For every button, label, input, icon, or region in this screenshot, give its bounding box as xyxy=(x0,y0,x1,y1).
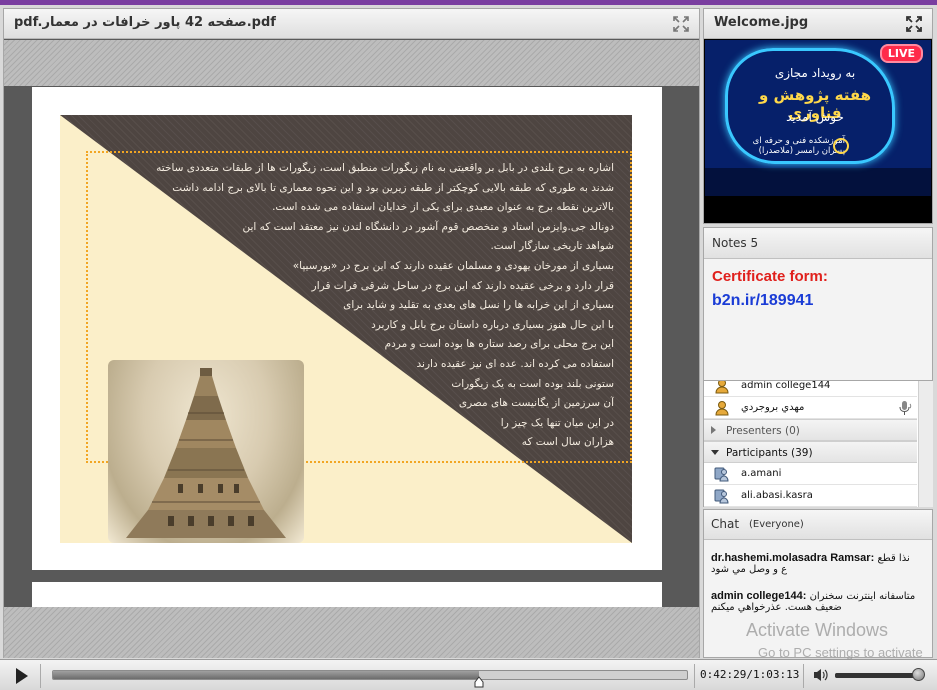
attendee-name: admin college144 xyxy=(741,381,831,391)
participants-group-header[interactable]: Participants (39) xyxy=(704,441,917,463)
attendee-list: admin college144 مهدي بروجردي Presenters… xyxy=(703,381,918,507)
attendee-row[interactable]: admin college144 xyxy=(704,381,917,397)
attendee-name: مهدي بروجردي xyxy=(741,402,805,413)
seek-track[interactable] xyxy=(52,670,688,680)
notes-pod: Notes 5 Certificate form: b2n.ir/189941 xyxy=(703,227,933,381)
volume-level xyxy=(835,673,919,678)
playback-time: 0:42:29/1:03:13 xyxy=(700,668,800,681)
chevron-right-icon xyxy=(711,426,716,434)
certificate-link[interactable]: b2n.ir/189941 xyxy=(712,292,813,310)
tower-of-babel-image xyxy=(108,360,304,543)
chat-message: dr.hashemi.molasadra Ramsar: نذا قطع ع و… xyxy=(711,552,927,575)
participant-icon xyxy=(714,467,729,482)
slide-text-line: شواهد تاریخی سازگار است. xyxy=(490,240,614,253)
play-icon[interactable] xyxy=(8,665,34,687)
top-accent-bar xyxy=(0,0,937,5)
chat-sender: dr.hashemi.molasadra Ramsar: xyxy=(711,552,875,564)
document-title: pdf.صفحه 42 پاور خرافات در معمار.pdf xyxy=(14,15,276,30)
slide-text-line: شدند به طوری که طبقه بالایی کوچکتر از طب… xyxy=(172,181,614,194)
participant-icon xyxy=(714,489,729,504)
chat-title: Chat xyxy=(711,517,740,531)
slide: اشاره به برج بلندی در بابل بر واقعیتی به… xyxy=(60,115,632,543)
banner-line-3: خوش آمدید xyxy=(786,110,844,124)
volume-track[interactable] xyxy=(835,673,923,678)
attendee-row[interactable]: ali.abasi.kasra xyxy=(704,485,917,507)
slide-text-line: اشاره به برج بلندی در بابل بر واقعیتی به… xyxy=(156,162,614,174)
pdf-next-page xyxy=(32,582,662,607)
school-logo-icon xyxy=(833,138,849,154)
welcome-banner-image: LIVE به رویداد مجازی هفته پژوهش و فناوری… xyxy=(705,40,931,196)
microphone-icon xyxy=(899,401,912,415)
document-pod: pdf.صفحه 42 پاور خرافات در معمار.pdf اشا… xyxy=(3,8,700,658)
document-top-margin xyxy=(4,40,699,86)
separator xyxy=(40,664,41,688)
document-bottom-margin xyxy=(4,607,699,658)
slide-text-line: بسیاری از این خرابه ها را نسل های بعدی ب… xyxy=(343,299,614,312)
attendee-scrollbar[interactable] xyxy=(918,381,933,507)
activate-windows-hint: Go to PC settings to activate xyxy=(758,645,923,660)
host-icon xyxy=(715,401,729,416)
attendee-row[interactable]: مهدي بروجردي xyxy=(704,397,917,419)
seek-progress xyxy=(53,671,480,679)
separator xyxy=(803,664,804,688)
attendee-row[interactable]: a.amani xyxy=(704,463,917,485)
chat-sender: admin college144: xyxy=(711,590,807,602)
chat-pod-titlebar: Chat (Everyone) xyxy=(704,510,932,540)
adobe-connect-window: pdf.صفحه 42 پاور خرافات در معمار.pdf اشا… xyxy=(0,0,937,690)
attendee-name: a.amani xyxy=(741,468,782,479)
live-badge: LIVE xyxy=(879,44,923,63)
slide-text-line: بسیاری از مورخان یهودی و مسلمان عقیده دا… xyxy=(292,259,614,272)
volume-knob[interactable] xyxy=(911,668,925,681)
pdf-page: اشاره به برج بلندی در بابل بر واقعیتی به… xyxy=(32,87,662,570)
document-pod-titlebar: pdf.صفحه 42 پاور خرافات در معمار.pdf xyxy=(4,9,699,39)
separator xyxy=(694,664,695,688)
slide-text-line: بالاترین نقطه برج به عنوان معبدی برای یک… xyxy=(272,201,614,214)
activate-windows-watermark: Activate Windows xyxy=(746,620,889,640)
slide-text-line: این برج محلی برای رصد ستاره ها بوده است … xyxy=(384,338,614,351)
seek-thumb[interactable] xyxy=(474,676,484,688)
participants-label: Participants (39) xyxy=(726,447,813,459)
notes-pod-titlebar: Notes 5 xyxy=(704,228,932,259)
chat-message: admin college144: متاسفانه اینترنت سخنرا… xyxy=(711,590,927,613)
presenters-label: Presenters (0) xyxy=(726,425,800,437)
welcome-title: Welcome.jpg xyxy=(714,15,809,30)
slide-text-line: با این حال هنوز بسیاری درباره داستان برج… xyxy=(371,318,614,331)
attendee-name: ali.abasi.kasra xyxy=(741,490,813,501)
chat-text: ضعیف هست. عذرخواهي میکنم xyxy=(711,602,842,613)
certificate-label: Certificate form: xyxy=(712,268,828,285)
chat-scope[interactable]: (Everyone) xyxy=(749,519,804,530)
banner-floor xyxy=(705,168,931,196)
chat-text: ع و وصل مي شود xyxy=(711,564,788,575)
maximize-icon[interactable] xyxy=(673,16,689,32)
maximize-icon[interactable] xyxy=(906,16,922,32)
chevron-down-icon xyxy=(711,450,719,455)
banner-line-4: آموزشکده فنی و حرفه ای پسران رامسر (ملاص… xyxy=(752,136,845,156)
notes-title: Notes 5 xyxy=(712,236,759,250)
chat-text: متاسفانه اینترنت سخنران xyxy=(809,591,916,602)
slide-text-line: قرار دارد و برخی عقیده دارند که این برج … xyxy=(311,279,614,292)
volume-icon[interactable] xyxy=(812,667,830,683)
welcome-pod-titlebar: Welcome.jpg xyxy=(704,9,932,39)
slide-text-line: دونالد جی.وایزمن استاد و متخصص قوم آشور … xyxy=(242,220,615,233)
chat-text: نذا قطع xyxy=(877,553,910,564)
welcome-pod: Welcome.jpg LIVE به رویداد مجازی هفته پژ… xyxy=(703,8,933,224)
host-icon xyxy=(715,381,729,394)
banner-line-1: به رویداد مجازی xyxy=(774,66,856,80)
playback-bar: 0:42:29/1:03:13 xyxy=(0,659,937,690)
presenters-group-header[interactable]: Presenters (0) xyxy=(704,419,917,441)
